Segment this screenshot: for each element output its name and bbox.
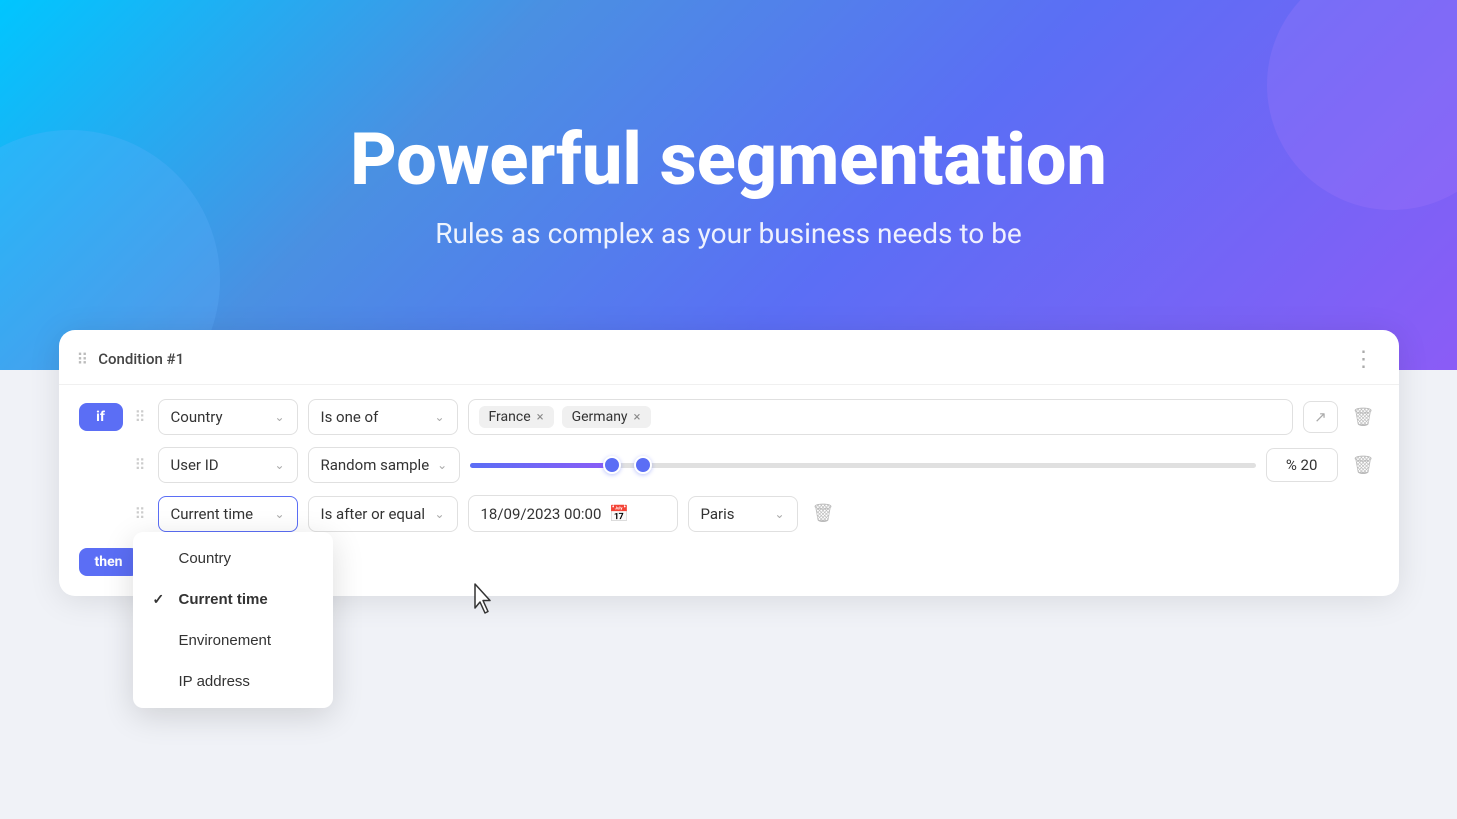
check-placeholder (153, 551, 169, 567)
row3-timezone-select[interactable]: Paris ⌄ (688, 496, 798, 532)
row2-op-chevron-icon: ⌄ (437, 458, 447, 472)
tag-germany: Germany × (562, 406, 651, 428)
card-drag-handle[interactable]: ⠿ (77, 350, 89, 369)
check-placeholder2 (153, 633, 169, 649)
row3-timezone-chevron-icon: ⌄ (774, 507, 784, 521)
row1-field-select[interactable]: Country ⌄ (158, 399, 298, 435)
slider-thumb-right[interactable] (634, 456, 652, 474)
dropdown-item-current-time[interactable]: ✓ Current time (133, 579, 333, 620)
slider-fill (470, 463, 611, 468)
row2-field-chevron-icon: ⌄ (274, 458, 284, 472)
condition-title: Condition #1 (98, 350, 184, 368)
row3-delete-button[interactable]: 🗑 (808, 499, 839, 528)
row1-expand-button[interactable]: ↗ (1303, 401, 1338, 433)
card-header-left: ⠿ Condition #1 (77, 350, 185, 369)
if-badge: if (79, 403, 123, 431)
row2-drag-handle[interactable]: ⠿ (133, 456, 148, 474)
row2-field-select[interactable]: User ID ⌄ (158, 447, 298, 483)
condition-row-2: ⠿ User ID ⌄ Random sample ⌄ % 20 (79, 447, 1379, 483)
row1-drag-handle[interactable]: ⠿ (133, 408, 148, 426)
tag-france-remove[interactable]: × (537, 410, 544, 425)
condition-row-1: if ⠿ Country ⌄ Is one of ⌄ France × Ge (79, 399, 1379, 435)
rows-area: if ⠿ Country ⌄ Is one of ⌄ France × Ge (59, 385, 1399, 536)
hero-subtitle: Rules as complex as your business needs … (435, 217, 1022, 250)
dropdown-item-environement[interactable]: Environement (133, 620, 333, 661)
check-icon-current-time: ✓ (153, 591, 169, 608)
condition-card: ⠿ Condition #1 ⋮ if ⠿ Country ⌄ Is one o… (59, 330, 1399, 596)
more-options-button[interactable]: ⋮ (1353, 348, 1375, 370)
row1-op-chevron-icon: ⌄ (434, 410, 444, 424)
cursor-overlay (469, 580, 501, 622)
card-area: ⠿ Condition #1 ⋮ if ⠿ Country ⌄ Is one o… (0, 370, 1457, 819)
tag-france: France × (479, 406, 554, 428)
row3-op-chevron-icon: ⌄ (434, 507, 444, 521)
tag-germany-remove[interactable]: × (634, 410, 641, 425)
dropdown-item-country[interactable]: Country (133, 538, 333, 579)
calendar-icon: 📅 (609, 504, 629, 523)
row3-field-select[interactable]: Current time ⌄ (158, 496, 298, 532)
row1-operator-select[interactable]: Is one of ⌄ (308, 399, 458, 435)
condition-row-3: ⠿ Current time ⌄ Is after or equal ⌄ 18/… (79, 495, 1379, 532)
row3-drag-handle[interactable]: ⠿ (133, 505, 148, 523)
row2-percent-value: % 20 (1266, 448, 1338, 482)
row3-date-input[interactable]: 18/09/2023 00:00 📅 (468, 495, 678, 532)
row1-field-chevron-icon: ⌄ (274, 410, 284, 424)
row1-tags-container[interactable]: France × Germany × (468, 399, 1294, 435)
slider-track (470, 463, 1255, 468)
check-placeholder3 (153, 674, 169, 690)
row2-delete-button[interactable]: 🗑 (1348, 451, 1379, 480)
dropdown-item-ip-address[interactable]: IP address (133, 661, 333, 702)
field-dropdown-menu: Country ✓ Current time Environement IP a… (133, 532, 333, 708)
slider-thumb-left[interactable] (603, 456, 621, 474)
row3-field-chevron-icon: ⌄ (274, 507, 284, 521)
row1-delete-button[interactable]: 🗑 (1348, 403, 1379, 432)
hero-title: Powerful segmentation (350, 120, 1107, 199)
card-header: ⠿ Condition #1 ⋮ (59, 330, 1399, 385)
row3-operator-select[interactable]: Is after or equal ⌄ (308, 496, 458, 532)
row2-operator-select[interactable]: Random sample ⌄ (308, 447, 461, 483)
hero-section: Powerful segmentation Rules as complex a… (0, 0, 1457, 370)
then-badge: then (79, 548, 139, 576)
row2-slider[interactable] (470, 447, 1255, 483)
